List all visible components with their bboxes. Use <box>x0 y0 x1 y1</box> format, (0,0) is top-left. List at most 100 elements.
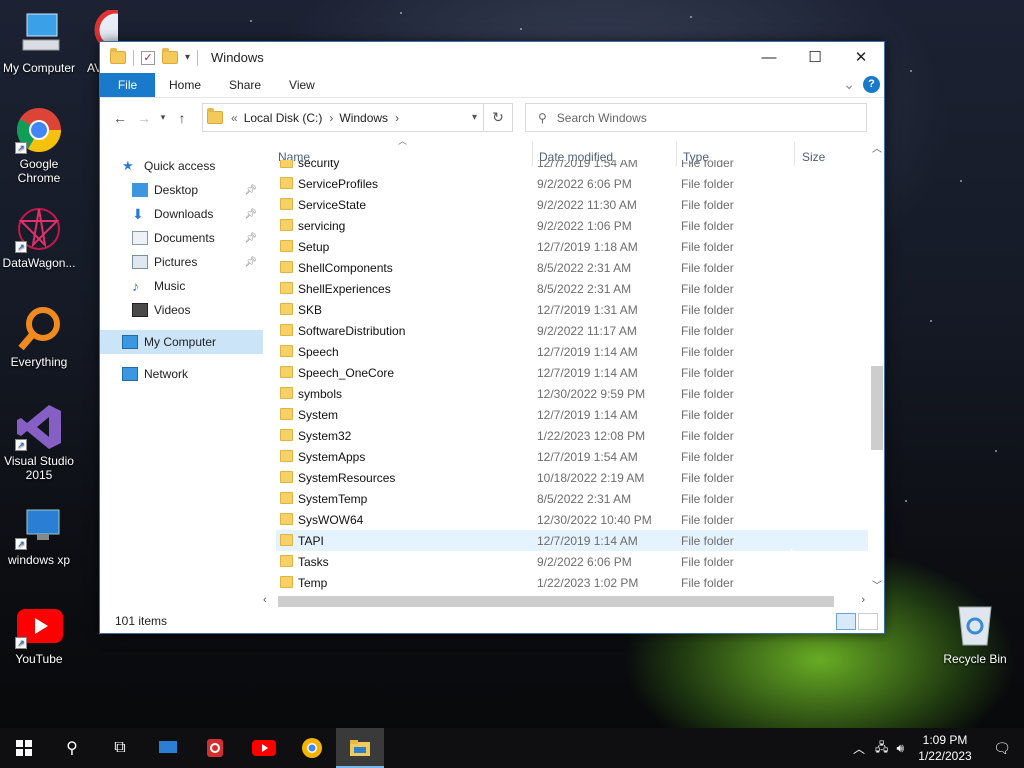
desktop-icon-youtube[interactable]: ↗ YouTube <box>0 601 78 666</box>
file-type: File folder <box>681 533 734 548</box>
volume-icon[interactable]: 🔊︎ <box>896 741 904 756</box>
pin-icon[interactable]: 📌︎ <box>244 185 257 196</box>
table-row[interactable]: Speech 12/7/2019 1:14 AM File folder <box>276 341 868 362</box>
taskbar-app-browser[interactable] <box>288 728 336 768</box>
task-view-button[interactable]: ⧉ <box>96 728 144 768</box>
breadcrumb-local-disk[interactable]: Local Disk (C:) <box>244 111 323 125</box>
large-icons-view-button[interactable] <box>858 613 878 630</box>
table-row[interactable]: SystemTemp 8/5/2022 2:31 AM File folder <box>276 488 868 509</box>
scroll-right-icon[interactable]: › <box>861 594 865 606</box>
table-row[interactable]: ServiceProfiles 9/2/2022 6:06 PM File fold… <box>276 173 868 194</box>
help-icon[interactable]: ? <box>863 76 880 93</box>
table-row[interactable]: security 12/7/2019 1:54 AM File folder <box>276 160 868 173</box>
chevron-right-icon[interactable]: › <box>329 111 333 125</box>
table-row[interactable]: Speech_OneCore 12/7/2019 1:14 AM File fold… <box>276 362 868 383</box>
network-icon[interactable]: 🖧︎ <box>875 738 888 759</box>
breadcrumb-overflow[interactable]: « <box>231 111 238 125</box>
back-button[interactable]: ← <box>108 110 132 126</box>
nav-item-label: Downloads <box>154 207 214 221</box>
nav-item-music[interactable]: ♪ Music <box>100 274 263 298</box>
window-title: Windows <box>211 50 264 65</box>
table-row[interactable]: SKB 12/7/2019 1:31 AM File folder <box>276 299 868 320</box>
scroll-up-icon[interactable]: ︿ <box>872 140 882 155</box>
search-button[interactable]: ⚲ <box>48 728 96 768</box>
chevron-up-icon[interactable]: ︿ <box>853 740 865 757</box>
table-row[interactable]: symbols 12/30/2022 9:59 PM File folder <box>276 383 868 404</box>
customize-toolbar-icon[interactable]: ▾ <box>185 52 190 63</box>
horizontal-scrollbar[interactable]: ‹ › <box>260 593 868 610</box>
desktop-icon-datawagon[interactable]: ↗ DataWagon... <box>0 205 78 270</box>
desktop-icon-windows-xp[interactable]: ↗ windows xp <box>0 502 78 567</box>
recent-locations-icon[interactable]: ▾ <box>156 112 170 123</box>
tab-share[interactable]: Share <box>215 73 275 97</box>
maximize-button[interactable]: ☐ <box>792 42 838 72</box>
taskbar-app-file-explorer[interactable] <box>336 728 384 768</box>
table-row[interactable]: SysWOW64 12/30/2022 10:40 PM File folder <box>276 509 868 530</box>
clock[interactable]: 1:09 PM 1/22/2023 <box>910 732 980 764</box>
pin-icon[interactable]: 📌︎ <box>244 233 257 244</box>
tab-file[interactable]: File <box>100 73 155 97</box>
taskbar-app-av[interactable] <box>192 728 240 768</box>
expand-ribbon-icon[interactable]: ⌄ <box>843 76 855 93</box>
vertical-scrollbar[interactable]: ︿ ﹀ <box>869 138 885 594</box>
close-button[interactable]: ✕ <box>838 42 884 72</box>
nav-item-my-computer[interactable]: My Computer <box>100 330 263 354</box>
taskbar-app-remote[interactable] <box>144 728 192 768</box>
table-row[interactable]: SystemResources 10/18/2022 2:19 AM File fo… <box>276 467 868 488</box>
file-type: File folder <box>681 218 734 233</box>
notifications-icon[interactable]: 🗨︎ <box>980 740 1024 757</box>
file-name: SystemResources <box>298 470 396 485</box>
table-row[interactable]: TAPI 12/7/2019 1:14 AM File folder <box>276 530 868 551</box>
search-input[interactable]: ⚲ Search Windows <box>525 103 867 132</box>
taskbar-app-youtube[interactable] <box>240 728 288 768</box>
scroll-down-icon[interactable]: ﹀ <box>872 577 882 592</box>
scroll-thumb[interactable] <box>278 596 834 607</box>
file-date-modified: 12/7/2019 1:18 AM <box>537 239 638 254</box>
scroll-thumb[interactable] <box>871 366 883 450</box>
table-row[interactable]: Setup 12/7/2019 1:18 AM File folder <box>276 236 868 257</box>
forward-button[interactable]: → <box>132 110 156 126</box>
properties-icon[interactable]: ✓ <box>141 50 155 65</box>
tab-home[interactable]: Home <box>155 73 215 97</box>
breadcrumb-windows[interactable]: Windows <box>339 111 388 125</box>
desktop-icon-everything[interactable]: Everything <box>0 304 78 369</box>
desktop-icon-my-computer[interactable]: My Computer <box>0 10 78 75</box>
table-row[interactable]: ServiceState 9/2/2022 11:30 AM File folder <box>276 194 868 215</box>
table-row[interactable]: Tasks 9/2/2022 6:06 PM File folder <box>276 551 868 572</box>
visual-studio-icon: ↗ <box>15 403 63 451</box>
new-folder-icon[interactable] <box>162 48 178 64</box>
table-row[interactable]: ShellComponents 8/5/2022 2:31 AM File fold… <box>276 257 868 278</box>
scroll-left-icon[interactable]: ‹ <box>263 594 267 606</box>
minimize-button[interactable]: — <box>746 42 792 72</box>
table-row[interactable]: System 12/7/2019 1:14 AM File folder <box>276 404 868 425</box>
up-button[interactable]: ↑ <box>170 110 194 126</box>
everything-search-icon <box>15 304 63 352</box>
refresh-button[interactable]: ↻ <box>484 103 513 132</box>
table-row[interactable]: System32 1/22/2023 12:08 PM File folder <box>276 425 868 446</box>
nav-item-desktop[interactable]: Desktop 📌︎ <box>100 178 263 202</box>
nav-item-videos[interactable]: Videos <box>100 298 263 322</box>
tab-view[interactable]: View <box>275 73 329 97</box>
start-button[interactable] <box>0 728 48 768</box>
desktop-icon-google-chrome[interactable]: ↗ Google Chrome <box>0 106 78 185</box>
chevron-right-icon[interactable]: › <box>395 111 399 125</box>
details-view-button[interactable] <box>836 613 856 630</box>
table-row[interactable]: ShellExperiences 8/5/2022 2:31 AM File fol… <box>276 278 868 299</box>
file-name: SKB <box>298 302 323 317</box>
table-row[interactable]: SystemApps 12/7/2019 1:54 AM File folder <box>276 446 868 467</box>
desktop-icon-recycle-bin[interactable]: Recycle Bin <box>936 601 1014 666</box>
nav-item-downloads[interactable]: ⬇ Downloads 📌︎ <box>100 202 263 226</box>
nav-item-quick-access[interactable]: ★ Quick access <box>100 154 263 178</box>
nav-item-network[interactable]: Network <box>100 362 263 386</box>
desktop-icon-label: Google Chrome <box>17 157 61 185</box>
nav-item-pictures[interactable]: Pictures 📌︎ <box>100 250 263 274</box>
table-row[interactable]: SoftwareDistribution 9/2/2022 11:17 AM Fil… <box>276 320 868 341</box>
table-row[interactable]: servicing 9/2/2022 1:06 PM File folder <box>276 215 868 236</box>
nav-item-documents[interactable]: Documents 📌︎ <box>100 226 263 250</box>
table-row[interactable]: Temp 1/22/2023 1:02 PM File folder <box>276 572 868 593</box>
address-dropdown-icon[interactable]: ▾ <box>472 112 477 123</box>
address-bar[interactable]: « Local Disk (C:) › Windows › ▾ <box>202 103 484 132</box>
pin-icon[interactable]: 📌︎ <box>244 257 257 268</box>
pin-icon[interactable]: 📌︎ <box>244 209 257 220</box>
desktop-icon-visual-studio[interactable]: ↗ Visual Studio 2015 <box>0 403 78 482</box>
